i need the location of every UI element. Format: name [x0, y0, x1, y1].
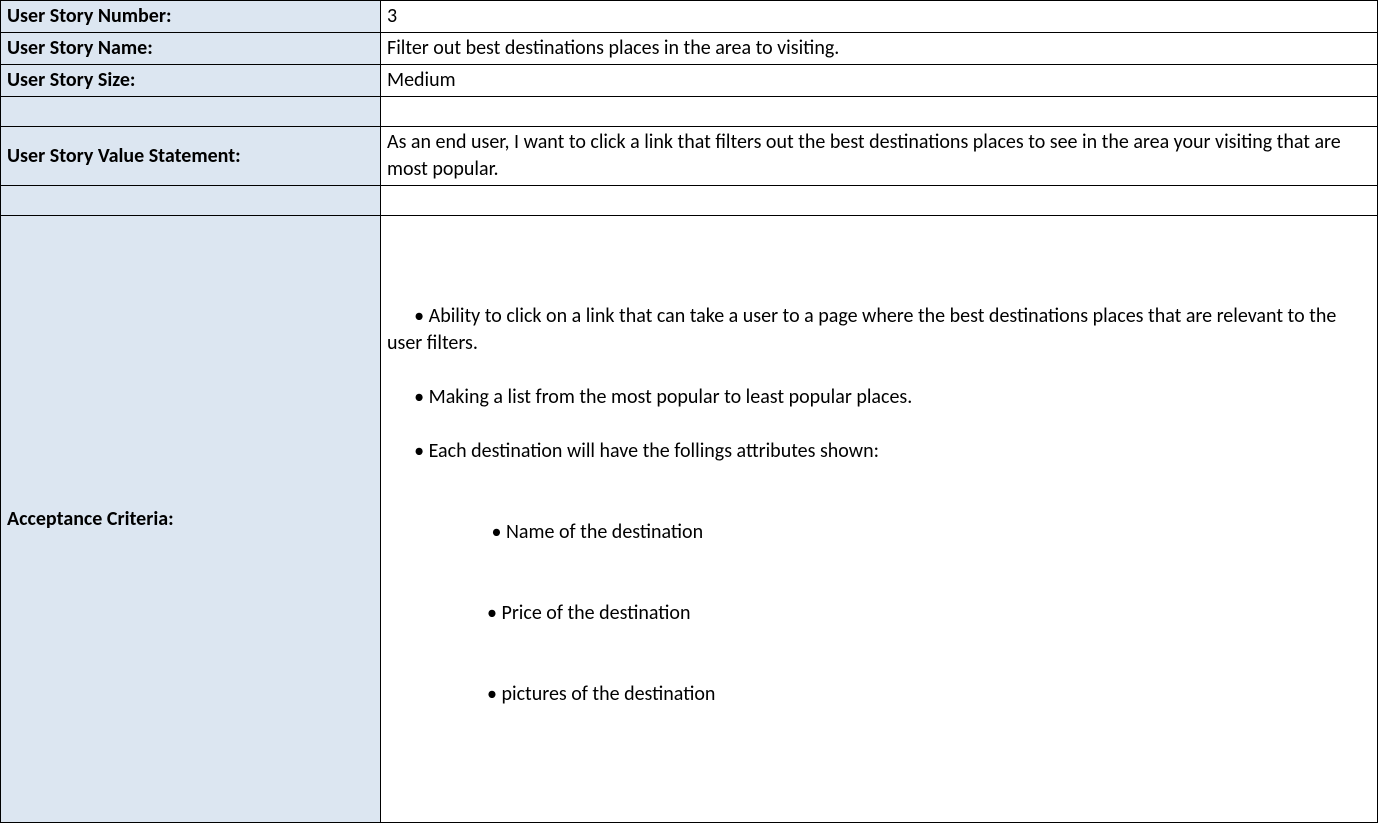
label-name: User Story Name:: [1, 33, 381, 65]
criteria-sub-1: • Name of the destination: [387, 519, 1371, 546]
value-value-statement: As an end user, I want to click a link t…: [381, 127, 1378, 186]
empty-value-2: [381, 186, 1378, 216]
label-value-statement: User Story Value Statement:: [1, 127, 381, 186]
label-number: User Story Number:: [1, 1, 381, 33]
criteria-sub-2: • Price of the destination: [387, 600, 1371, 627]
row-name: User Story Name: Filter out best destina…: [1, 33, 1378, 65]
label-criteria: Acceptance Criteria:: [1, 216, 381, 823]
value-name: Filter out best destinations places in t…: [381, 33, 1378, 65]
row-number: User Story Number: 3: [1, 1, 1378, 33]
row-criteria: Acceptance Criteria: • Ability to click …: [1, 216, 1378, 823]
value-size: Medium: [381, 65, 1378, 97]
row-size: User Story Size: Medium: [1, 65, 1378, 97]
label-size: User Story Size:: [1, 65, 381, 97]
empty-label-1: [1, 97, 381, 127]
row-empty-1: [1, 97, 1378, 127]
row-empty-2: [1, 186, 1378, 216]
row-value-statement: User Story Value Statement: As an end us…: [1, 127, 1378, 186]
user-story-table: User Story Number: 3 User Story Name: Fi…: [0, 0, 1378, 823]
criteria-line-3: • Each destination will have the folling…: [414, 439, 879, 463]
empty-value-1: [381, 97, 1378, 127]
value-criteria: • Ability to click on a link that can ta…: [381, 216, 1378, 823]
empty-label-2: [1, 186, 381, 216]
criteria-sub-3: • pictures of the destination: [387, 681, 1371, 708]
criteria-line-2: • Making a list from the most popular to…: [414, 385, 912, 409]
criteria-line-1: • Ability to click on a link that can ta…: [387, 304, 1341, 355]
value-number: 3: [381, 1, 1378, 33]
